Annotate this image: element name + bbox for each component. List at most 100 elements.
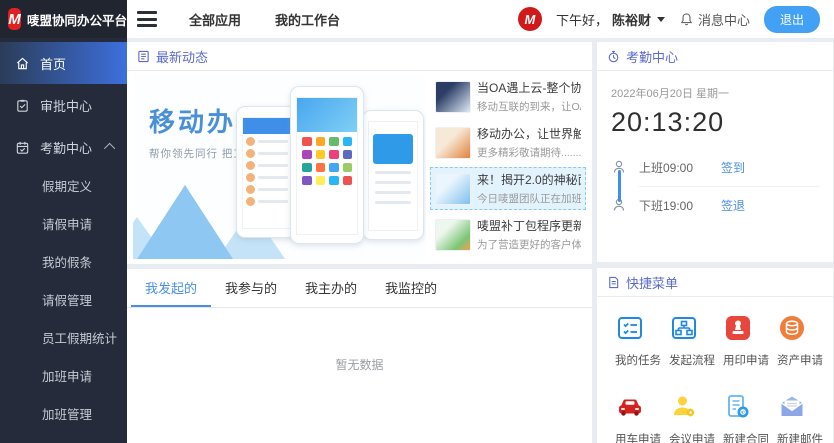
attendance-submenu: 假期定义 请假申请 我的假条 请假管理 员工假期统计 加班申请 加班管理 xyxy=(0,168,127,434)
tasks-icon xyxy=(615,313,645,343)
quick-item-asset-request[interactable]: 资产申请 xyxy=(769,313,823,368)
quick-item-label: 发起流程 xyxy=(669,352,715,368)
topbar-right: M 下午好，陈裕财 消息中心 退出 xyxy=(518,6,834,33)
sidebar-subitem-my-leave-notes[interactable]: 我的假条 xyxy=(0,244,127,282)
news-list: 当OA遇上云-整个协同OA 移动互联的到来，让OA与云 移动办公，让世界触手可 … xyxy=(430,71,592,264)
banner-phone xyxy=(236,106,298,238)
quick-item-label: 资产申请 xyxy=(777,352,823,368)
banner-image: 移动办公 帮你领先同行 把工作带出办公室 xyxy=(133,76,426,259)
attendance-panel-title: 考勤中心 xyxy=(626,47,678,66)
banner-phone xyxy=(290,86,364,244)
sidebar-item-attendance-center[interactable]: 考勤中心 xyxy=(0,126,127,168)
check-in-label: 上班09:00 xyxy=(639,159,721,176)
quick-item-new-contract[interactable]: 新建合同 xyxy=(715,392,769,443)
news-title: 唛盟补丁包程序更新 xyxy=(477,217,581,234)
user-avatar[interactable]: M xyxy=(518,7,542,31)
quick-item-label: 新建合同 xyxy=(723,431,769,443)
app-title: 唛盟协同办公平台 xyxy=(27,10,127,29)
clipboard-icon xyxy=(14,97,30,113)
person-icon xyxy=(611,197,639,213)
person-icon xyxy=(611,159,639,175)
flow-icon xyxy=(669,313,699,343)
chevron-up-icon xyxy=(104,143,115,154)
meeting-icon xyxy=(669,392,699,422)
calendar-icon xyxy=(14,139,30,155)
quick-item-start-flow[interactable]: 发起流程 xyxy=(661,313,715,368)
tab-initiated-by-me[interactable]: 我发起的 xyxy=(131,269,211,307)
logout-button[interactable]: 退出 xyxy=(764,6,820,33)
sidebar-subitem-overtime-request[interactable]: 加班申请 xyxy=(0,358,127,396)
news-item[interactable]: 移动办公，让世界触手可 更多精彩敬请期待....... xyxy=(430,121,586,164)
news-subtitle: 今日唛盟团队正在加班加点, xyxy=(477,191,581,206)
sidebar-item-home[interactable]: 首页 xyxy=(0,42,127,84)
sidebar-subitem-employee-holiday-stats[interactable]: 员工假期统计 xyxy=(0,320,127,358)
news-item[interactable]: 当OA遇上云-整个协同OA 移动互联的到来，让OA与云 xyxy=(430,75,586,118)
message-center[interactable]: 消息中心 xyxy=(679,10,750,29)
quick-menu-panel: 快捷菜单 我的任务 发起流程 用印申请 资产申请 xyxy=(597,268,833,443)
quick-item-new-mail[interactable]: 新建邮件 xyxy=(769,392,823,443)
quick-menu-grid: 我的任务 发起流程 用印申请 资产申请 用车申请 xyxy=(597,297,833,443)
attendance-panel-header: 考勤中心 xyxy=(597,42,833,71)
news-title: 当OA遇上云-整个协同OA xyxy=(477,79,581,96)
check-out-link[interactable]: 签退 xyxy=(721,197,745,214)
tasks-panel: 我发起的 我参与的 我主办的 我监控的 暂无数据 xyxy=(127,269,592,443)
attendance-panel: 考勤中心 2022年06月20日 星期一 20:13:20 上班09:00 签到 xyxy=(597,42,833,262)
nav-all-apps[interactable]: 全部应用 xyxy=(189,10,241,29)
news-thumbnail xyxy=(435,81,471,113)
news-subtitle: 更多精彩敬请期待....... xyxy=(477,145,581,160)
user-menu[interactable]: 下午好，陈裕财 xyxy=(556,10,665,29)
quick-item-vehicle-request[interactable]: 用车申请 xyxy=(607,392,661,443)
attendance-rows: 上班09:00 签到 下班19:00 签退 xyxy=(611,148,819,224)
tab-monitored-by-me[interactable]: 我监控的 xyxy=(371,269,451,307)
app-logo-icon: M xyxy=(8,8,21,30)
greeting-text: 下午好， xyxy=(556,10,608,29)
tasks-tab-bar: 我发起的 我参与的 我主办的 我监控的 xyxy=(127,269,592,308)
car-icon xyxy=(615,392,645,422)
sidebar-item-label: 首页 xyxy=(40,54,66,73)
timeline-connector xyxy=(618,170,621,202)
news-thumbnail xyxy=(435,127,471,159)
sidebar-subitem-overtime-management[interactable]: 加班管理 xyxy=(0,396,127,434)
nav-my-workbench[interactable]: 我的工作台 xyxy=(275,10,340,29)
news-subtitle: 移动互联的到来，让OA与云 xyxy=(477,99,581,114)
quick-item-label: 会议申请 xyxy=(669,431,715,443)
check-in-link[interactable]: 签到 xyxy=(721,159,745,176)
seal-icon xyxy=(723,313,753,343)
news-panel-header: 最新动态 xyxy=(127,42,592,71)
quick-item-label: 用车申请 xyxy=(615,431,661,443)
news-title: 来！揭开2.0的神秘面纱~ xyxy=(477,171,581,188)
quick-item-label: 我的任务 xyxy=(615,352,661,368)
stopwatch-icon xyxy=(607,50,620,63)
asset-icon xyxy=(777,313,807,343)
quick-item-seal-request[interactable]: 用印申请 xyxy=(715,313,769,368)
sidebar-subitem-leave-management[interactable]: 请假管理 xyxy=(0,282,127,320)
check-out-row: 下班19:00 签退 xyxy=(611,186,819,224)
news-panel-title: 最新动态 xyxy=(156,47,208,66)
quick-item-meeting-request[interactable]: 会议申请 xyxy=(661,392,715,443)
check-in-row: 上班09:00 签到 xyxy=(611,148,819,186)
tab-participated-by-me[interactable]: 我参与的 xyxy=(211,269,291,307)
sidebar-item-label: 考勤中心 xyxy=(40,138,92,157)
quick-item-my-tasks[interactable]: 我的任务 xyxy=(607,313,661,368)
news-thumbnail xyxy=(435,219,471,251)
empty-state-text: 暂无数据 xyxy=(127,308,592,373)
sidebar-subitem-holiday-definition[interactable]: 假期定义 xyxy=(0,168,127,206)
mail-icon xyxy=(777,392,807,422)
chevron-down-icon xyxy=(657,17,665,22)
top-nav: 全部应用 我的工作台 xyxy=(189,10,340,29)
sidebar-subitem-leave-request[interactable]: 请假申请 xyxy=(0,206,127,244)
sidebar-item-approval-center[interactable]: 审批中心 xyxy=(0,84,127,126)
home-icon xyxy=(14,55,30,71)
news-item[interactable]: 唛盟补丁包程序更新 为了营造更好的客户体验，唛 xyxy=(430,213,586,256)
hamburger-menu-icon[interactable] xyxy=(137,11,157,27)
document-icon xyxy=(137,50,150,63)
news-item-highlighted[interactable]: 来！揭开2.0的神秘面纱~ 今日唛盟团队正在加班加点, xyxy=(430,167,586,210)
username: 陈裕财 xyxy=(612,10,651,29)
page-icon xyxy=(607,276,620,289)
tab-hosted-by-me[interactable]: 我主办的 xyxy=(291,269,371,307)
banner-phone xyxy=(362,110,424,240)
quick-menu-title: 快捷菜单 xyxy=(626,273,678,292)
brand[interactable]: M 唛盟协同办公平台 xyxy=(0,0,127,38)
topbar: M 唛盟协同办公平台 全部应用 我的工作台 M 下午好，陈裕财 消息中心 退出 xyxy=(0,0,834,38)
bell-icon xyxy=(679,12,694,27)
